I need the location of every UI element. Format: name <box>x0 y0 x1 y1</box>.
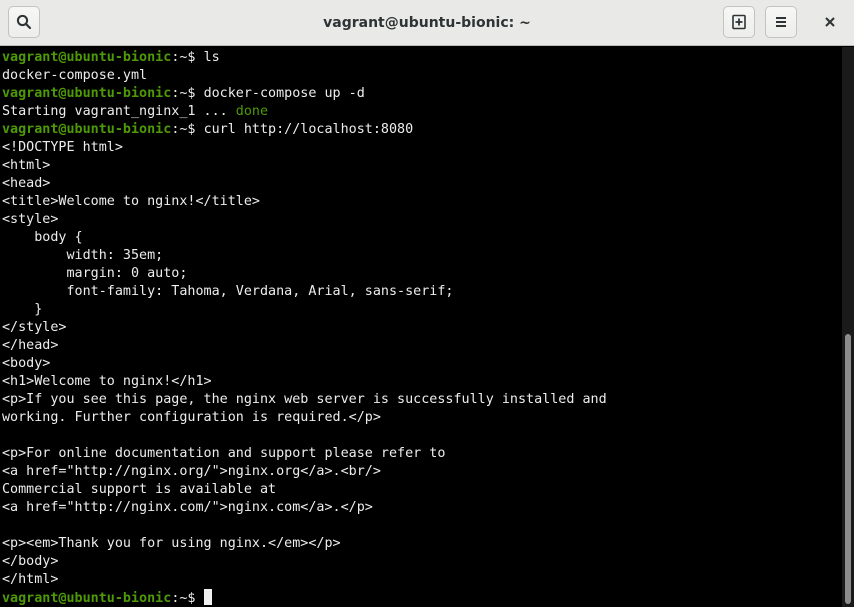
output-line: <html> <box>2 157 842 175</box>
status-done: done <box>235 104 269 119</box>
output-line: <!DOCTYPE html> <box>2 139 842 157</box>
output-line: <style> <box>2 211 842 229</box>
output-text: width: 35em; <box>2 248 164 263</box>
prompt-user-host: vagrant@ubuntu-bionic <box>2 50 172 65</box>
hamburger-menu-icon <box>776 17 786 27</box>
command-text: curl http://localhost:8080 <box>203 122 414 137</box>
output-text: <html> <box>2 158 51 173</box>
terminal-area[interactable]: vagrant@ubuntu-bionic:~$ ls docker-compos… <box>0 47 842 607</box>
output-text: <style> <box>2 212 59 227</box>
command-text: docker-compose up -d <box>203 86 365 101</box>
output-text: <p>For online documentation and support … <box>2 446 446 461</box>
output-line: <p>For online documentation and support … <box>2 445 842 463</box>
output-text: </body> <box>2 554 59 569</box>
output-text: docker-compose.yml <box>2 68 148 83</box>
output-text: } <box>2 302 43 317</box>
output-text: <p><em>Thank you for using nginx.</em></… <box>2 536 341 551</box>
output-text: <title>Welcome to nginx!</title> <box>2 194 260 209</box>
output-text: <!DOCTYPE html> <box>2 140 123 155</box>
output-line: Starting vagrant_nginx_1 ... done <box>2 103 842 121</box>
output-text: Commercial support is available at <box>2 482 277 497</box>
prompt-line: vagrant@ubuntu-bionic:~$ curl http://loc… <box>2 121 842 139</box>
close-button[interactable] <box>814 6 846 38</box>
search-icon <box>16 14 32 30</box>
output-line: <p><em>Thank you for using nginx.</em></… <box>2 535 842 553</box>
output-line: <p>If you see this page, the nginx web s… <box>2 391 842 409</box>
prompt-line: vagrant@ubuntu-bionic:~$ docker-compose … <box>2 85 842 103</box>
output-line: body { <box>2 229 842 247</box>
output-text: </head> <box>2 338 59 353</box>
output-text: <p>If you see this page, the nginx web s… <box>2 392 607 407</box>
title-bar[interactable]: vagrant@ubuntu-bionic: ~ <box>0 0 854 46</box>
output-line: </style> <box>2 319 842 337</box>
prompt-user-host: vagrant@ubuntu-bionic <box>2 591 172 606</box>
prompt-path: :~$ <box>171 591 204 606</box>
close-icon <box>825 17 835 27</box>
command-text: ls <box>203 50 220 65</box>
prompt-path: :~$ <box>171 86 204 101</box>
output-text: </style> <box>2 320 67 335</box>
output-line: <a href="http://nginx.org/">nginx.org</a… <box>2 463 842 481</box>
output-text: <a href="http://nginx.com/">nginx.com</a… <box>2 500 373 515</box>
output-line: <title>Welcome to nginx!</title> <box>2 193 842 211</box>
output-text: <body> <box>2 356 51 371</box>
output-line: } <box>2 301 842 319</box>
prompt-line: vagrant@ubuntu-bionic:~$ ls <box>2 49 842 67</box>
output-text: margin: 0 auto; <box>2 266 188 281</box>
prompt-path: :~$ <box>171 122 204 137</box>
output-text: <h1>Welcome to nginx!</h1> <box>2 374 212 389</box>
output-line: working. Further configuration is requir… <box>2 409 842 427</box>
output-text: font-family: Tahoma, Verdana, Arial, san… <box>2 284 454 299</box>
terminal-window: vagrant@ubuntu-bionic: ~ vagrant@ubuntu-… <box>0 0 854 607</box>
prompt-user-host: vagrant@ubuntu-bionic <box>2 86 172 101</box>
search-button[interactable] <box>8 6 40 38</box>
output-line: </body> <box>2 553 842 571</box>
prompt-line: vagrant@ubuntu-bionic:~$ <box>2 589 842 607</box>
output-text: <a href="http://nginx.org/">nginx.org</a… <box>2 464 381 479</box>
output-line: <head> <box>2 175 842 193</box>
output-text: <head> <box>2 176 51 191</box>
menu-button[interactable] <box>765 6 797 38</box>
output-text: working. Further configuration is requir… <box>2 410 381 425</box>
output-text: Starting vagrant_nginx_1 ... <box>2 104 236 119</box>
vertical-scrollbar[interactable] <box>842 47 854 607</box>
new-tab-icon <box>732 14 746 30</box>
output-text: </html> <box>2 572 59 587</box>
output-line: <body> <box>2 355 842 373</box>
prompt-path: :~$ <box>171 50 204 65</box>
output-line: <h1>Welcome to nginx!</h1> <box>2 373 842 391</box>
scrollbar-thumb[interactable] <box>845 334 851 604</box>
terminal-output: vagrant@ubuntu-bionic:~$ ls docker-compos… <box>0 47 842 607</box>
new-tab-button[interactable] <box>723 6 755 38</box>
text-cursor <box>203 589 212 605</box>
output-line: Commercial support is available at <box>2 481 842 499</box>
output-line: <a href="http://nginx.com/">nginx.com</a… <box>2 499 842 517</box>
output-line: width: 35em; <box>2 247 842 265</box>
output-text: body { <box>2 230 83 245</box>
output-line: margin: 0 auto; <box>2 265 842 283</box>
output-line: docker-compose.yml <box>2 67 842 85</box>
output-line: </html> <box>2 571 842 589</box>
output-line: font-family: Tahoma, Verdana, Arial, san… <box>2 283 842 301</box>
output-line: </head> <box>2 337 842 355</box>
prompt-user-host: vagrant@ubuntu-bionic <box>2 122 172 137</box>
